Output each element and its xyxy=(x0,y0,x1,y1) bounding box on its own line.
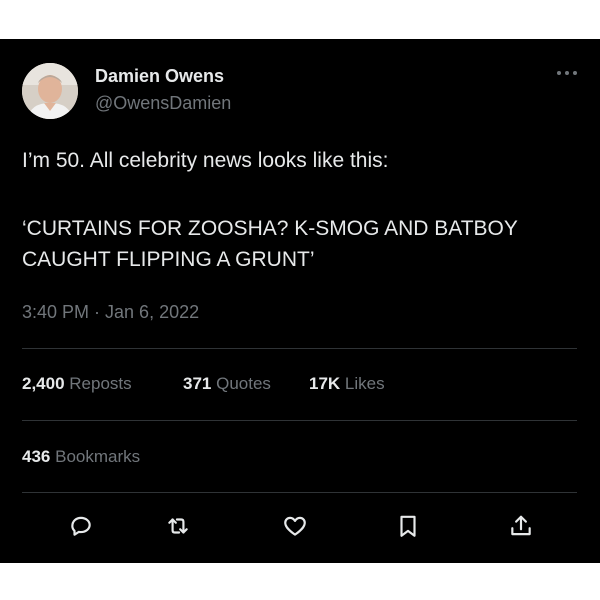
bookmark-icon[interactable] xyxy=(395,513,421,539)
divider xyxy=(22,420,577,421)
like-icon[interactable] xyxy=(282,513,308,539)
tweet-card: Damien Owens @OwensDamien I’m 50. All ce… xyxy=(0,39,600,563)
bookmarks-stat[interactable]: 436 Bookmarks xyxy=(22,447,140,467)
avatar[interactable] xyxy=(22,63,78,119)
likes-label: Likes xyxy=(344,374,385,393)
bookmarks-label: Bookmarks xyxy=(55,447,141,466)
author-handle[interactable]: @OwensDamien xyxy=(95,93,231,114)
more-horizontal-icon[interactable] xyxy=(556,63,578,81)
author-name[interactable]: Damien Owens xyxy=(95,66,224,87)
tweet-timestamp[interactable]: 3:40 PM · Jan 6, 2022 xyxy=(22,302,199,323)
divider xyxy=(22,348,577,349)
quotes-count: 371 xyxy=(183,374,212,393)
share-icon[interactable] xyxy=(508,513,534,539)
divider xyxy=(22,492,577,493)
tweet-text-line: ‘CURTAINS FOR ZOOSHA? K-SMOG AND BATBOY xyxy=(22,217,518,240)
quotes-stat[interactable]: 371 Quotes xyxy=(183,374,271,394)
reposts-label: Reposts xyxy=(69,374,132,393)
repost-icon[interactable] xyxy=(165,513,191,539)
reposts-count: 2,400 xyxy=(22,374,65,393)
likes-stat[interactable]: 17K Likes xyxy=(309,374,385,394)
tweet-text-line: CAUGHT FLIPPING A GRUNT’ xyxy=(22,248,315,271)
quotes-label: Quotes xyxy=(216,374,271,393)
reply-icon[interactable] xyxy=(68,513,94,539)
bookmarks-count: 436 xyxy=(22,447,51,466)
likes-count: 17K xyxy=(309,374,341,393)
reposts-stat[interactable]: 2,400 Reposts xyxy=(22,374,132,394)
tweet-text-line: I’m 50. All celebrity news looks like th… xyxy=(22,149,389,172)
